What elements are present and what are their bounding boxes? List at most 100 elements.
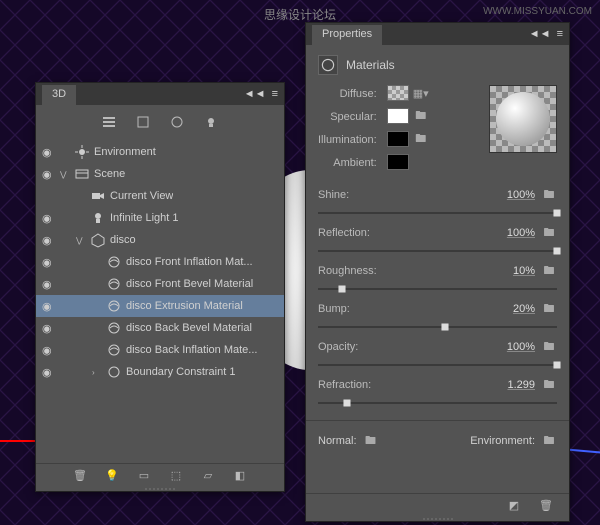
label-normal: Normal: [318,435,357,447]
tree-label: disco Front Inflation Mat... [126,256,253,268]
tree-label: disco [110,234,136,246]
ground-icon[interactable]: ⬚ [167,467,185,485]
diffuse-swatch[interactable] [387,85,409,101]
visibility-icon[interactable]: ◉ [42,234,56,247]
environment-texture-icon[interactable]: 🖿 [541,433,557,449]
label-environment: Environment: [470,435,535,447]
visibility-icon[interactable]: ◉ [42,146,56,159]
slider-thumb[interactable] [550,244,564,258]
tree-row-6[interactable]: ◉ disco Front Bevel Material [36,273,284,295]
visibility-icon[interactable]: ◉ [42,366,56,379]
ambient-swatch[interactable] [387,154,409,170]
panel-menu-icon[interactable]: ≡ [272,88,278,100]
tree-row-10[interactable]: ◉›Boundary Constraint 1 [36,361,284,383]
slider-value-1[interactable]: 100% [483,227,535,239]
normal-texture-icon[interactable]: 🖿 [363,433,379,449]
slider-texture-icon[interactable]: 🖿 [541,300,557,319]
camera-icon [90,188,106,204]
constraint-icon [106,364,122,380]
tree-label: Environment [94,146,156,158]
delete-icon[interactable]: 🗑 [537,497,555,515]
slider-thumb[interactable] [438,320,452,334]
visibility-icon[interactable]: ◉ [42,278,56,291]
tree-row-5[interactable]: ◉ disco Front Inflation Mat... [36,251,284,273]
watermark-url: WWW.MISSYUAN.COM [483,6,592,17]
slider-value-5[interactable]: 1.299 [483,379,535,391]
slider-label-3: Bump: [318,303,350,315]
expand-arrow[interactable]: › [92,368,102,377]
slider-value-2[interactable]: 10% [483,265,535,277]
label-ambient: Ambient: [318,154,377,172]
filter-light-icon[interactable] [202,113,220,131]
collapse-icon[interactable]: ◄◄ [244,88,266,100]
slider-label-5: Refraction: [318,379,371,391]
tree-label: disco Extrusion Material [126,300,243,312]
tree-row-9[interactable]: ◉disco Back Inflation Mate... [36,339,284,361]
slider-track-3[interactable] [318,320,557,334]
slider-label-2: Roughness: [318,265,377,277]
visibility-icon[interactable]: ◉ [42,322,56,335]
slider-texture-icon[interactable]: 🖿 [541,376,557,395]
slider-label-1: Reflection: [318,227,370,239]
visibility-icon[interactable]: ◉ [42,168,56,181]
tree-row-3[interactable]: ◉Infinite Light 1 [36,207,284,229]
illumination-swatch[interactable] [387,131,409,147]
slider-texture-icon[interactable]: 🖿 [541,224,557,243]
slider-texture-icon[interactable]: 🖿 [541,262,557,281]
tree-row-1[interactable]: ◉ ⋁ Scene [36,163,284,185]
tab-properties[interactable]: Properties [312,25,382,45]
slider-track-2[interactable] [318,282,557,296]
filter-mesh-icon[interactable] [134,113,152,131]
slider-texture-icon[interactable]: 🖿 [541,338,557,357]
env-icon [74,144,90,160]
tree-label: disco Front Bevel Material [126,278,253,290]
slider-track-4[interactable] [318,358,557,372]
expand-arrow[interactable]: ⋁ [76,236,86,245]
slider-thumb[interactable] [335,282,349,296]
filter-material-icon[interactable] [168,113,186,131]
light-icon [90,210,106,226]
mat-icon [106,298,122,314]
expand-arrow[interactable]: ⋁ [60,170,70,179]
tree-row-2[interactable]: Current View [36,185,284,207]
slider-thumb[interactable] [340,396,354,410]
light-add-icon[interactable]: 💡 [103,467,121,485]
visibility-icon[interactable]: ◉ [42,300,56,313]
panel-menu-icon[interactable]: ≡ [557,28,563,40]
slider-track-5[interactable] [318,396,557,410]
slider-value-4[interactable]: 100% [483,341,535,353]
slider-value-3[interactable]: 20% [483,303,535,315]
slider-texture-icon[interactable]: 🖿 [541,186,557,205]
mat-icon [106,320,122,336]
tree-row-7[interactable]: ◉ disco Extrusion Material [36,295,284,317]
tab-3d[interactable]: 3D [42,85,76,105]
slider-value-0[interactable]: 100% [483,189,535,201]
new-icon[interactable]: ◧ [231,467,249,485]
slider-thumb[interactable] [550,206,564,220]
tree-label: Current View [110,190,173,202]
visibility-icon[interactable]: ◉ [42,212,56,225]
render-icon[interactable]: ▭ [135,467,153,485]
material-preview[interactable] [489,85,557,153]
slider-track-1[interactable] [318,244,557,258]
render-sel-icon[interactable]: ◩ [505,497,523,515]
slider-track-0[interactable] [318,206,557,220]
plane-icon[interactable]: ▱ [199,467,217,485]
visibility-icon[interactable]: ◉ [42,344,56,357]
tree-row-4[interactable]: ◉ ⋁ disco [36,229,284,251]
tree-row-0[interactable]: ◉ Environment [36,141,284,163]
trash-icon[interactable]: 🗑 [71,467,89,485]
label-illumination: Illumination: [318,131,377,149]
collapse-icon[interactable]: ◄◄ [529,28,551,40]
specular-swatch[interactable] [387,108,409,124]
visibility-icon[interactable]: ◉ [42,256,56,269]
specular-texture-icon[interactable]: 🖿 [413,108,429,124]
slider-label-0: Shine: [318,189,349,201]
tree-label: Scene [94,168,125,180]
slider-thumb[interactable] [550,358,564,372]
tree-row-8[interactable]: ◉disco Back Bevel Material [36,317,284,339]
filter-layers-icon[interactable] [100,113,118,131]
illumination-texture-icon[interactable]: 🖿 [413,131,429,147]
diffuse-texture-icon[interactable]: ▦▾ [413,85,429,101]
3d-bottom-toolbar: 🗑 💡 ▭ ⬚ ▱ ◧ [36,463,284,487]
